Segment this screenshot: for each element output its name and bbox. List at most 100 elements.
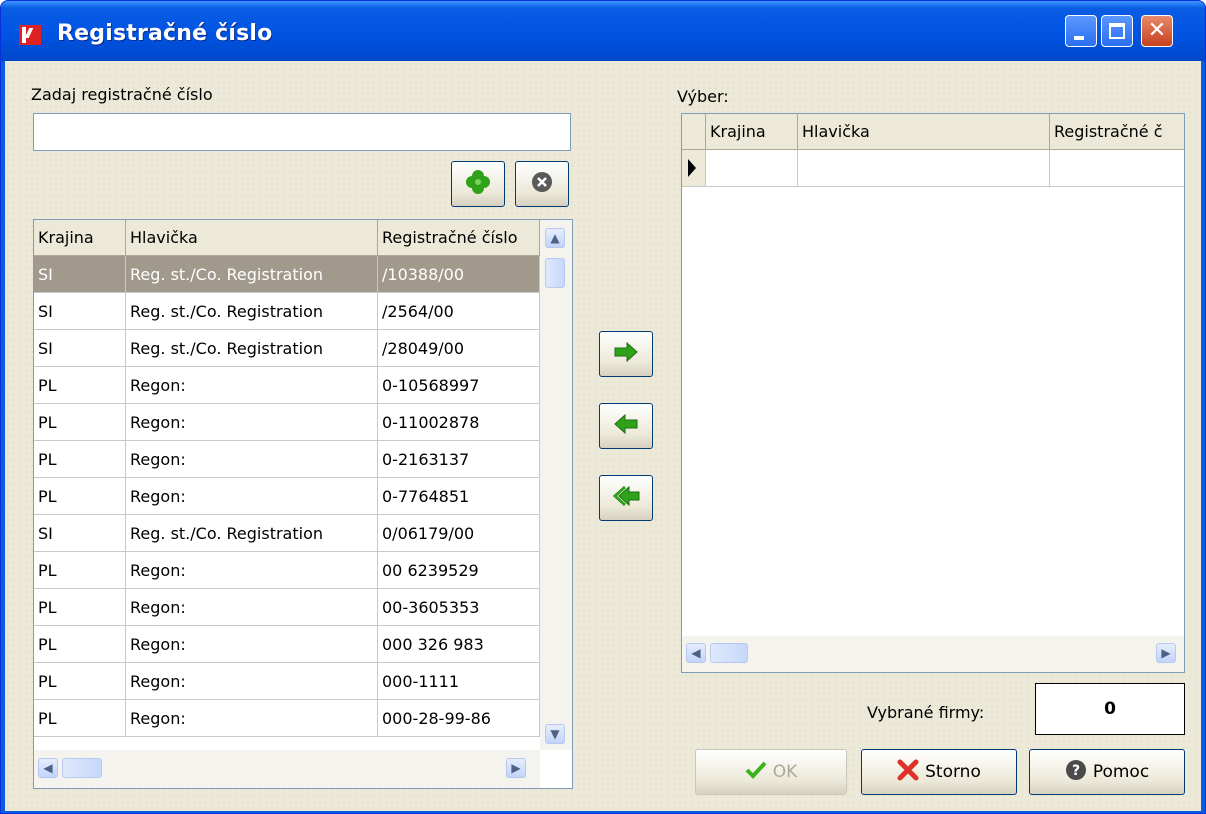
scroll-right-icon[interactable]: ▶ xyxy=(1156,643,1176,663)
clover-icon xyxy=(464,168,492,201)
cell-registracne-cislo[interactable]: 000-1111 xyxy=(378,663,540,700)
arrow-right-icon xyxy=(613,341,639,367)
column-header-registracne-cislo[interactable]: Registračné č xyxy=(1050,114,1184,150)
cell-registracne-cislo[interactable]: /28049/00 xyxy=(378,330,540,367)
add-selected-button[interactable] xyxy=(599,331,653,377)
search-button[interactable] xyxy=(451,161,505,207)
cell-hlavicka[interactable]: Regon: xyxy=(126,589,378,626)
cell-krajina[interactable]: SI xyxy=(34,330,126,367)
cell-hlavicka[interactable]: Reg. st./Co. Registration xyxy=(126,330,378,367)
selection-label: Výber: xyxy=(677,87,729,106)
cell-hlavicka[interactable]: Regon: xyxy=(126,367,378,404)
column-header-hlavicka[interactable]: Hlavička xyxy=(798,114,1050,150)
table-row[interactable]: PL Regon: 0-11002878 xyxy=(34,404,572,441)
cell-registracne-cislo[interactable]: 000 326 983 xyxy=(378,626,540,663)
cell-krajina[interactable]: PL xyxy=(34,367,126,404)
cell-hlavicka[interactable]: Regon: xyxy=(126,478,378,515)
table-row[interactable]: SI Reg. st./Co. Registration 0/06179/00 xyxy=(34,515,572,552)
cell-krajina[interactable] xyxy=(706,150,798,187)
table-row[interactable]: PL Regon: 00 6239529 xyxy=(34,552,572,589)
scroll-thumb[interactable] xyxy=(545,258,565,288)
cell-krajina[interactable]: PL xyxy=(34,700,126,737)
column-header-krajina[interactable]: Krajina xyxy=(34,220,126,256)
cell-hlavicka[interactable]: Reg. st./Co. Registration xyxy=(126,515,378,552)
table-row[interactable]: PL Regon: 0-2163137 xyxy=(34,441,572,478)
storno-label: Storno xyxy=(925,762,981,782)
table-row[interactable]: PL Regon: 0-10568997 xyxy=(34,367,572,404)
cell-hlavicka[interactable]: Regon: xyxy=(126,626,378,663)
cell-krajina[interactable]: PL xyxy=(34,441,126,478)
horizontal-scrollbar[interactable]: ◀ ▶ xyxy=(682,636,1184,672)
table-row[interactable]: SI Reg. st./Co. Registration/10388/00 xyxy=(34,256,572,293)
ok-button[interactable]: OK xyxy=(695,749,847,795)
cell-krajina[interactable]: PL xyxy=(34,663,126,700)
cell-hlavicka[interactable]: Reg. st./Co. Registration xyxy=(126,256,378,293)
scroll-left-icon[interactable]: ◀ xyxy=(686,643,706,663)
cell-hlavicka[interactable]: Reg. st./Co. Registration xyxy=(126,293,378,330)
remove-selected-button[interactable] xyxy=(599,403,653,449)
column-header-hlavicka[interactable]: Hlavička xyxy=(126,220,378,256)
maximize-icon xyxy=(1109,23,1125,39)
cell-krajina[interactable]: PL xyxy=(34,626,126,663)
scroll-up-icon[interactable]: ▲ xyxy=(545,228,565,248)
cell-hlavicka[interactable]: Regon: xyxy=(126,700,378,737)
scroll-left-icon[interactable]: ◀ xyxy=(38,758,58,778)
cell-krajina[interactable]: PL xyxy=(34,478,126,515)
horizontal-scrollbar[interactable]: ◀ ▶ xyxy=(34,750,540,788)
cell-registracne-cislo[interactable]: 0-11002878 xyxy=(378,404,540,441)
arrow-left-icon xyxy=(613,413,639,439)
column-header-registracne-cislo[interactable]: Registračné číslo xyxy=(378,220,540,256)
cell-krajina[interactable]: SI xyxy=(34,293,126,330)
registration-grid: Krajina Hlavička Registračné číslo SI Reg… xyxy=(33,219,573,789)
cell-hlavicka[interactable]: Regon: xyxy=(126,663,378,700)
close-button[interactable]: ✕ xyxy=(1141,15,1173,47)
cell-registracne-cislo[interactable] xyxy=(1050,150,1184,187)
double-arrow-left-icon xyxy=(611,485,641,511)
table-row[interactable]: SI Reg. st./Co. Registration/28049/00 xyxy=(34,330,572,367)
new-row[interactable] xyxy=(682,150,1184,187)
cell-krajina[interactable]: PL xyxy=(34,404,126,441)
maximize-button[interactable] xyxy=(1101,15,1133,47)
app-logo-icon xyxy=(19,25,41,45)
remove-all-button[interactable] xyxy=(599,475,653,521)
cell-krajina[interactable]: SI xyxy=(34,515,126,552)
title-bar[interactable]: Registračné číslo ✕ xyxy=(1,1,1205,61)
scroll-down-icon[interactable]: ▼ xyxy=(545,724,565,744)
minimize-button[interactable] xyxy=(1065,15,1097,47)
vertical-scrollbar[interactable]: ▲ ▼ xyxy=(540,220,572,750)
cell-hlavicka[interactable]: Regon: xyxy=(126,404,378,441)
clear-button[interactable] xyxy=(515,161,569,207)
cell-krajina[interactable]: SI xyxy=(34,256,126,293)
cell-registracne-cislo[interactable]: 0/06179/00 xyxy=(378,515,540,552)
cell-hlavicka[interactable] xyxy=(798,150,1050,187)
scroll-thumb-horizontal[interactable] xyxy=(710,643,748,663)
cell-registracne-cislo[interactable]: /2564/00 xyxy=(378,293,540,330)
scroll-thumb-horizontal[interactable] xyxy=(62,758,102,778)
table-row[interactable]: PL Regon: 000 326 983 xyxy=(34,626,572,663)
cell-hlavicka[interactable]: Regon: xyxy=(126,552,378,589)
cell-registracne-cislo[interactable]: 0-7764851 xyxy=(378,478,540,515)
cell-krajina[interactable]: PL xyxy=(34,589,126,626)
table-row[interactable]: SI Reg. st./Co. Registration/2564/00 xyxy=(34,293,572,330)
cell-registracne-cislo[interactable]: 0-2163137 xyxy=(378,441,540,478)
cell-hlavicka[interactable]: Regon: xyxy=(126,441,378,478)
table-row[interactable]: PL Regon: 000-1111 xyxy=(34,663,572,700)
cell-registracne-cislo[interactable]: 000-28-99-86 xyxy=(378,700,540,737)
table-row[interactable]: PL Regon: 0-7764851 xyxy=(34,478,572,515)
help-icon: ? xyxy=(1065,759,1087,786)
cell-registracne-cislo[interactable]: 00 6239529 xyxy=(378,552,540,589)
cell-krajina[interactable]: PL xyxy=(34,552,126,589)
storno-button[interactable]: Storno xyxy=(861,749,1017,795)
table-row[interactable]: PL Regon: 00-3605353 xyxy=(34,589,572,626)
cell-registracne-cislo[interactable]: /10388/00 xyxy=(378,256,540,293)
registration-number-input[interactable] xyxy=(33,113,571,151)
cell-registracne-cislo[interactable]: 00-3605353 xyxy=(378,589,540,626)
close-icon: ✕ xyxy=(1147,18,1167,43)
cell-registracne-cislo[interactable]: 0-10568997 xyxy=(378,367,540,404)
pomoc-label: Pomoc xyxy=(1092,762,1150,782)
scroll-right-icon[interactable]: ▶ xyxy=(506,758,526,778)
pomoc-button[interactable]: ? Pomoc xyxy=(1029,749,1185,795)
table-row[interactable]: PL Regon: 000-28-99-86 xyxy=(34,700,572,737)
clear-icon xyxy=(530,170,554,199)
column-header-krajina[interactable]: Krajina xyxy=(706,114,798,150)
